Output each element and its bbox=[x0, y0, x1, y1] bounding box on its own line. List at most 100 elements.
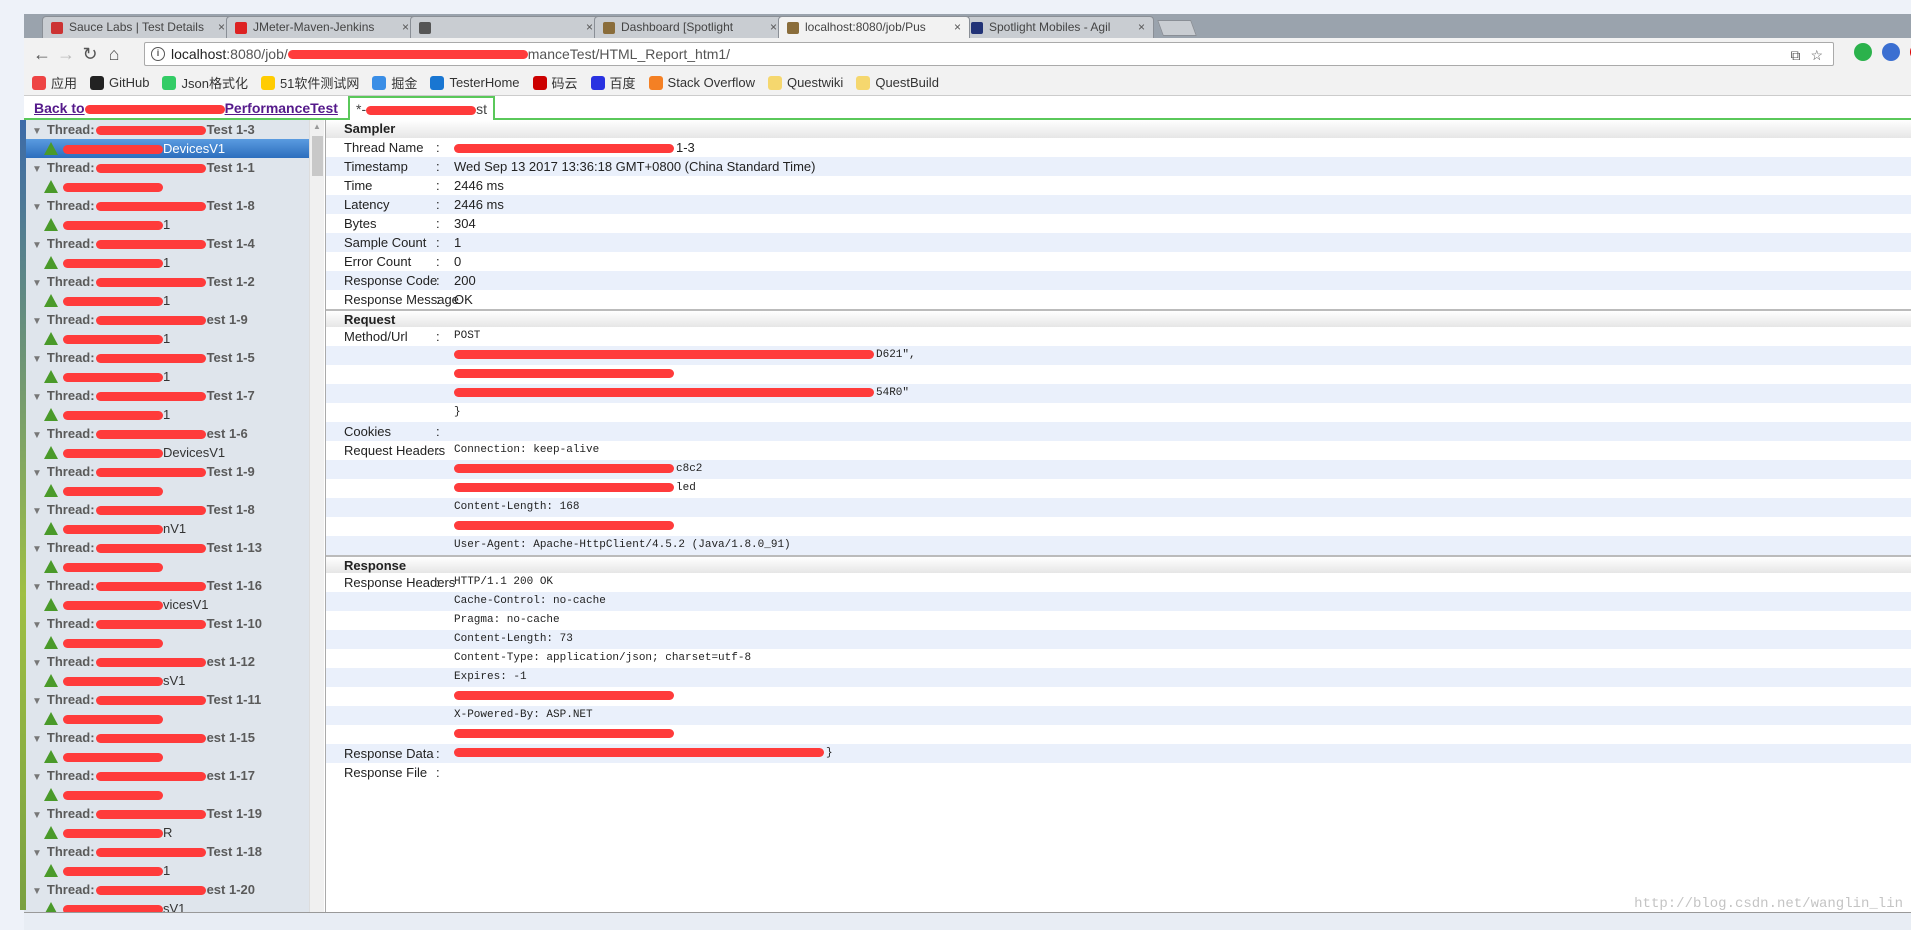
bookmark-item[interactable]: Questwiki bbox=[767, 75, 843, 90]
tree-sample[interactable] bbox=[24, 557, 324, 576]
tree-sample[interactable]: sV1 bbox=[24, 671, 324, 690]
tree-thread[interactable]: ▼ Thread: Test 1-4 bbox=[24, 234, 324, 253]
new-tab-button[interactable] bbox=[1157, 20, 1197, 36]
feedly-icon[interactable] bbox=[1854, 43, 1872, 61]
tree-sample[interactable] bbox=[24, 709, 324, 728]
home-icon[interactable]: ⌂ bbox=[102, 44, 126, 65]
tree-sample[interactable] bbox=[24, 177, 324, 196]
scroll-up-icon[interactable]: ▲ bbox=[313, 122, 321, 131]
tree-sample[interactable]: 1 bbox=[24, 329, 324, 348]
info-icon[interactable]: i bbox=[151, 47, 165, 61]
browser-tab[interactable]: localhost:8080/job/Pus × bbox=[778, 16, 970, 38]
bookmark-item[interactable]: 应用 bbox=[32, 73, 77, 92]
tree-sample[interactable]: nV1 bbox=[24, 519, 324, 538]
expand-triangle-icon[interactable]: ▼ bbox=[32, 620, 42, 631]
expand-triangle-icon[interactable]: ▼ bbox=[32, 278, 42, 289]
tree-thread[interactable]: ▼ Thread: est 1-9 bbox=[24, 310, 324, 329]
tree-sample[interactable] bbox=[24, 747, 324, 766]
expand-triangle-icon[interactable]: ▼ bbox=[32, 126, 42, 137]
tree-thread[interactable]: ▼ Thread: Test 1-5 bbox=[24, 348, 324, 367]
bookmark-item[interactable]: 51软件测试网 bbox=[260, 73, 359, 92]
expand-triangle-icon[interactable]: ▼ bbox=[32, 772, 42, 783]
bookmark-star-icon[interactable]: ☆ bbox=[1810, 47, 1823, 64]
bookmark-item[interactable]: GitHub bbox=[90, 75, 149, 90]
expand-triangle-icon[interactable]: ▼ bbox=[32, 582, 42, 593]
tree-thread[interactable]: ▼ Thread: Test 1-7 bbox=[24, 386, 324, 405]
close-tab-icon[interactable]: × bbox=[770, 20, 777, 34]
expand-triangle-icon[interactable]: ▼ bbox=[32, 506, 42, 517]
browser-tab[interactable]: JMeter-Maven-Jenkins × bbox=[226, 16, 418, 38]
expand-triangle-icon[interactable]: ▼ bbox=[32, 658, 42, 669]
back-link[interactable]: Back to PerformanceTest bbox=[34, 100, 338, 116]
browser-tab[interactable]: Spotlight Mobiles - Agil × bbox=[962, 16, 1154, 38]
current-test-tab[interactable]: *- st bbox=[348, 96, 496, 120]
expand-triangle-icon[interactable]: ▼ bbox=[32, 202, 42, 213]
expand-triangle-icon[interactable]: ▼ bbox=[32, 430, 42, 441]
tree-sample[interactable]: 1 bbox=[24, 405, 324, 424]
expand-triangle-icon[interactable]: ▼ bbox=[32, 316, 42, 327]
tree-thread[interactable]: ▼ Thread: Test 1-16 bbox=[24, 576, 324, 595]
tree-sample[interactable]: 1 bbox=[24, 253, 324, 272]
tree-sample[interactable]: 1 bbox=[24, 291, 324, 310]
expand-triangle-icon[interactable]: ▼ bbox=[32, 240, 42, 251]
tree-scrollbar[interactable]: ▲ bbox=[309, 120, 324, 912]
close-tab-icon[interactable]: × bbox=[218, 20, 225, 34]
tree-thread[interactable]: ▼ Thread: Test 1-3 bbox=[24, 120, 324, 139]
tree-sample[interactable] bbox=[24, 633, 324, 652]
bookmark-item[interactable]: QuestBuild bbox=[856, 75, 939, 90]
tree-thread[interactable]: ▼ Thread: Test 1-9 bbox=[24, 462, 324, 481]
tree-thread[interactable]: ▼ Thread: Test 1-13 bbox=[24, 538, 324, 557]
extension-icon[interactable] bbox=[1882, 43, 1900, 61]
back-icon[interactable]: ← bbox=[30, 44, 54, 65]
close-tab-icon[interactable]: × bbox=[402, 20, 409, 34]
bookmark-item[interactable]: TesterHome bbox=[430, 75, 520, 90]
browser-tab[interactable]: × bbox=[410, 16, 602, 38]
tree-thread[interactable]: ▼ Thread: est 1-6 bbox=[24, 424, 324, 443]
tree-thread[interactable]: ▼ Thread: Test 1-18 bbox=[24, 842, 324, 861]
tree-thread[interactable]: ▼ Thread: est 1-15 bbox=[24, 728, 324, 747]
address-bar[interactable]: i localhost:8080/job/manceTest/HTML_Repo… bbox=[144, 42, 1834, 66]
tree-sample[interactable] bbox=[24, 481, 324, 500]
close-tab-icon[interactable]: × bbox=[954, 20, 961, 34]
tree-sample[interactable]: 1 bbox=[24, 367, 324, 386]
expand-triangle-icon[interactable]: ▼ bbox=[32, 886, 42, 897]
translate-icon[interactable]: ⧉ bbox=[1790, 47, 1800, 64]
bookmark-item[interactable]: 码云 bbox=[532, 73, 578, 92]
reload-icon[interactable]: ↻ bbox=[78, 44, 102, 65]
expand-triangle-icon[interactable]: ▼ bbox=[32, 544, 42, 555]
tree-thread[interactable]: ▼ Thread: Test 1-11 bbox=[24, 690, 324, 709]
tree-thread[interactable]: ▼ Thread: Test 1-8 bbox=[24, 196, 324, 215]
expand-triangle-icon[interactable]: ▼ bbox=[32, 848, 42, 859]
expand-triangle-icon[interactable]: ▼ bbox=[32, 164, 42, 175]
expand-triangle-icon[interactable]: ▼ bbox=[32, 354, 42, 365]
tree-thread[interactable]: ▼ Thread: est 1-12 bbox=[24, 652, 324, 671]
close-tab-icon[interactable]: × bbox=[1138, 20, 1145, 34]
tree-sample[interactable]: DevicesV1 bbox=[24, 139, 324, 158]
tree-sample[interactable]: 1 bbox=[24, 861, 324, 880]
tree-thread[interactable]: ▼ Thread: Test 1-1 bbox=[24, 158, 324, 177]
expand-triangle-icon[interactable]: ▼ bbox=[32, 392, 42, 403]
tree-thread[interactable]: ▼ Thread: Test 1-8 bbox=[24, 500, 324, 519]
tree-thread[interactable]: ▼ Thread: Test 1-2 bbox=[24, 272, 324, 291]
bookmark-item[interactable]: Stack Overflow bbox=[648, 75, 755, 90]
browser-tab[interactable]: Dashboard [Spotlight × bbox=[594, 16, 786, 38]
tree-thread[interactable]: ▼ Thread: Test 1-19 bbox=[24, 804, 324, 823]
tree-sample[interactable]: 1 bbox=[24, 215, 324, 234]
expand-triangle-icon[interactable]: ▼ bbox=[32, 468, 42, 479]
scrollbar-thumb[interactable] bbox=[312, 136, 323, 176]
close-tab-icon[interactable]: × bbox=[586, 20, 593, 34]
browser-tab[interactable]: Sauce Labs | Test Details × bbox=[42, 16, 234, 38]
tree-thread[interactable]: ▼ Thread: est 1-20 bbox=[24, 880, 324, 899]
expand-triangle-icon[interactable]: ▼ bbox=[32, 810, 42, 821]
bookmark-item[interactable]: 百度 bbox=[590, 73, 636, 92]
expand-triangle-icon[interactable]: ▼ bbox=[32, 734, 42, 745]
tree-sample[interactable] bbox=[24, 785, 324, 804]
forward-icon[interactable]: → bbox=[54, 44, 78, 65]
tree-sample[interactable]: R bbox=[24, 823, 324, 842]
tree-sample[interactable]: vicesV1 bbox=[24, 595, 324, 614]
expand-triangle-icon[interactable]: ▼ bbox=[32, 696, 42, 707]
tree-thread[interactable]: ▼ Thread: Test 1-10 bbox=[24, 614, 324, 633]
tree-sample[interactable]: DevicesV1 bbox=[24, 443, 324, 462]
bookmark-item[interactable]: 掘金 bbox=[372, 73, 417, 92]
tree-sample[interactable]: sV1 bbox=[24, 899, 324, 912]
